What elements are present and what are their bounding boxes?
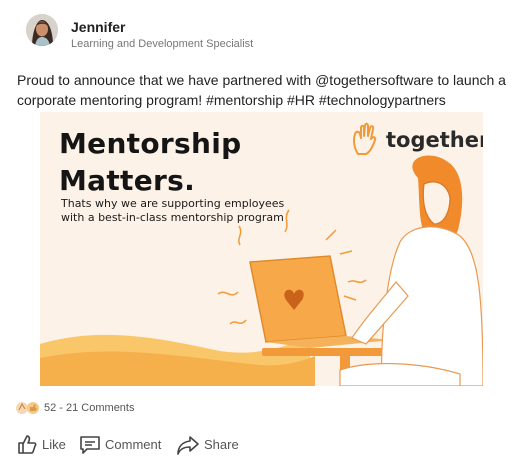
share-label: Share bbox=[204, 437, 239, 452]
post-image-banner[interactable]: Mentorship Matters. Thats why we are sup… bbox=[40, 112, 483, 386]
author-name[interactable]: Jennifer bbox=[71, 19, 125, 35]
thumbs-up-icon bbox=[27, 402, 39, 414]
brand-logo: together bbox=[350, 120, 483, 160]
avatar[interactable] bbox=[26, 14, 58, 46]
banner-headline-line-2: Matters. bbox=[59, 164, 196, 197]
share-button[interactable]: Share bbox=[176, 431, 256, 457]
banner-subtitle: Thats why we are supporting employees wi… bbox=[61, 197, 284, 225]
comment-icon bbox=[80, 436, 100, 454]
post-text: Proud to announce that we have partnered… bbox=[17, 72, 506, 108]
like-label: Like bbox=[42, 437, 66, 452]
reaction-icons bbox=[16, 402, 39, 414]
reaction-count[interactable]: 52 - 21 Comments bbox=[44, 402, 134, 414]
comment-button[interactable]: Comment bbox=[79, 431, 179, 457]
banner-subtitle-line-2: with a best-in-class mentorship program bbox=[61, 211, 284, 224]
like-button[interactable]: Like bbox=[16, 431, 76, 457]
raised-hand-icon bbox=[353, 122, 377, 155]
author-title: Learning and Development Specialist bbox=[71, 38, 254, 50]
post-header: Jennifer Learning and Development Specia… bbox=[26, 14, 506, 54]
clap-icon bbox=[16, 402, 28, 414]
brand-name: together bbox=[386, 128, 483, 152]
thumbs-up-icon bbox=[18, 435, 37, 454]
share-arrow-icon bbox=[177, 436, 199, 455]
banner-subtitle-line-1: Thats why we are supporting employees bbox=[61, 197, 285, 210]
banner-headline-line-1: Mentorship bbox=[59, 127, 242, 160]
post-actions: Like Comment Share bbox=[16, 431, 506, 457]
comment-label: Comment bbox=[105, 437, 162, 452]
banner-headline: Mentorship Matters. bbox=[59, 125, 241, 199]
